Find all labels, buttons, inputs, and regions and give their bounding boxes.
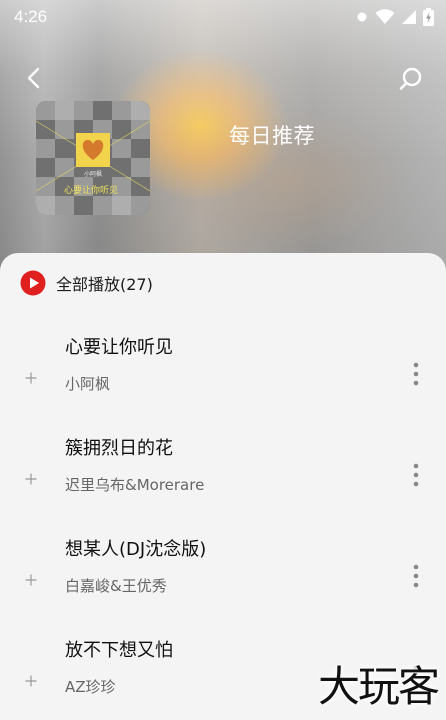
back-button[interactable] [22, 66, 46, 90]
status-icons [355, 8, 434, 26]
album-cover[interactable]: 小阿枫 心要让你听见 [36, 101, 150, 215]
song-title: 心要让你听见 [65, 337, 173, 358]
album-cover-artist-text: 小阿枫 [84, 171, 103, 178]
song-title: 想某人(DJ沈念版) [65, 539, 207, 560]
song-artist: 小阿枫 [65, 375, 111, 393]
song-list-panel: 全部播放(27) 心要让你听见 小阿枫 簇拥烈日的花 迟里乌布&Morerare… [0, 253, 446, 720]
wifi-icon [375, 9, 395, 24]
song-item[interactable]: 想某人(DJ沈念版) 白嘉峻&王优秀 [0, 535, 446, 635]
add-icon[interactable] [24, 472, 38, 486]
add-icon[interactable] [24, 674, 38, 688]
play-all-label: 全部播放(27) [56, 275, 153, 294]
status-time: 4:26 [14, 7, 48, 26]
more-vertical-icon[interactable] [412, 359, 420, 389]
song-title: 放不下想又怕 [65, 640, 173, 661]
page-title: 每日推荐 [229, 124, 315, 148]
song-artist: AZ珍珍 [65, 678, 116, 696]
search-button[interactable] [398, 66, 424, 92]
song-artist: 迟里乌布&Morerare [65, 476, 205, 494]
battery-charging-icon [423, 8, 434, 26]
status-bar: 4:26 [0, 0, 446, 34]
add-icon[interactable] [24, 573, 38, 587]
song-title: 簇拥烈日的花 [65, 438, 173, 459]
add-icon[interactable] [24, 371, 38, 385]
play-all-button[interactable]: 全部播放(27) [20, 269, 153, 297]
watermark-logo: 大玩客 [317, 662, 440, 711]
more-vertical-icon[interactable] [412, 561, 420, 591]
song-item[interactable]: 簇拥烈日的花 迟里乌布&Morerare [0, 434, 446, 534]
cellular-icon [402, 10, 416, 24]
song-item[interactable]: 心要让你听见 小阿枫 [0, 333, 446, 433]
album-cover-caption: 心要让你听见 [64, 186, 119, 196]
more-vertical-icon[interactable] [412, 460, 420, 490]
play-circle-icon [20, 270, 46, 296]
song-artist: 白嘉峻&王优秀 [65, 577, 167, 595]
signal-dot-icon [357, 12, 367, 22]
album-cover-image [36, 101, 150, 215]
